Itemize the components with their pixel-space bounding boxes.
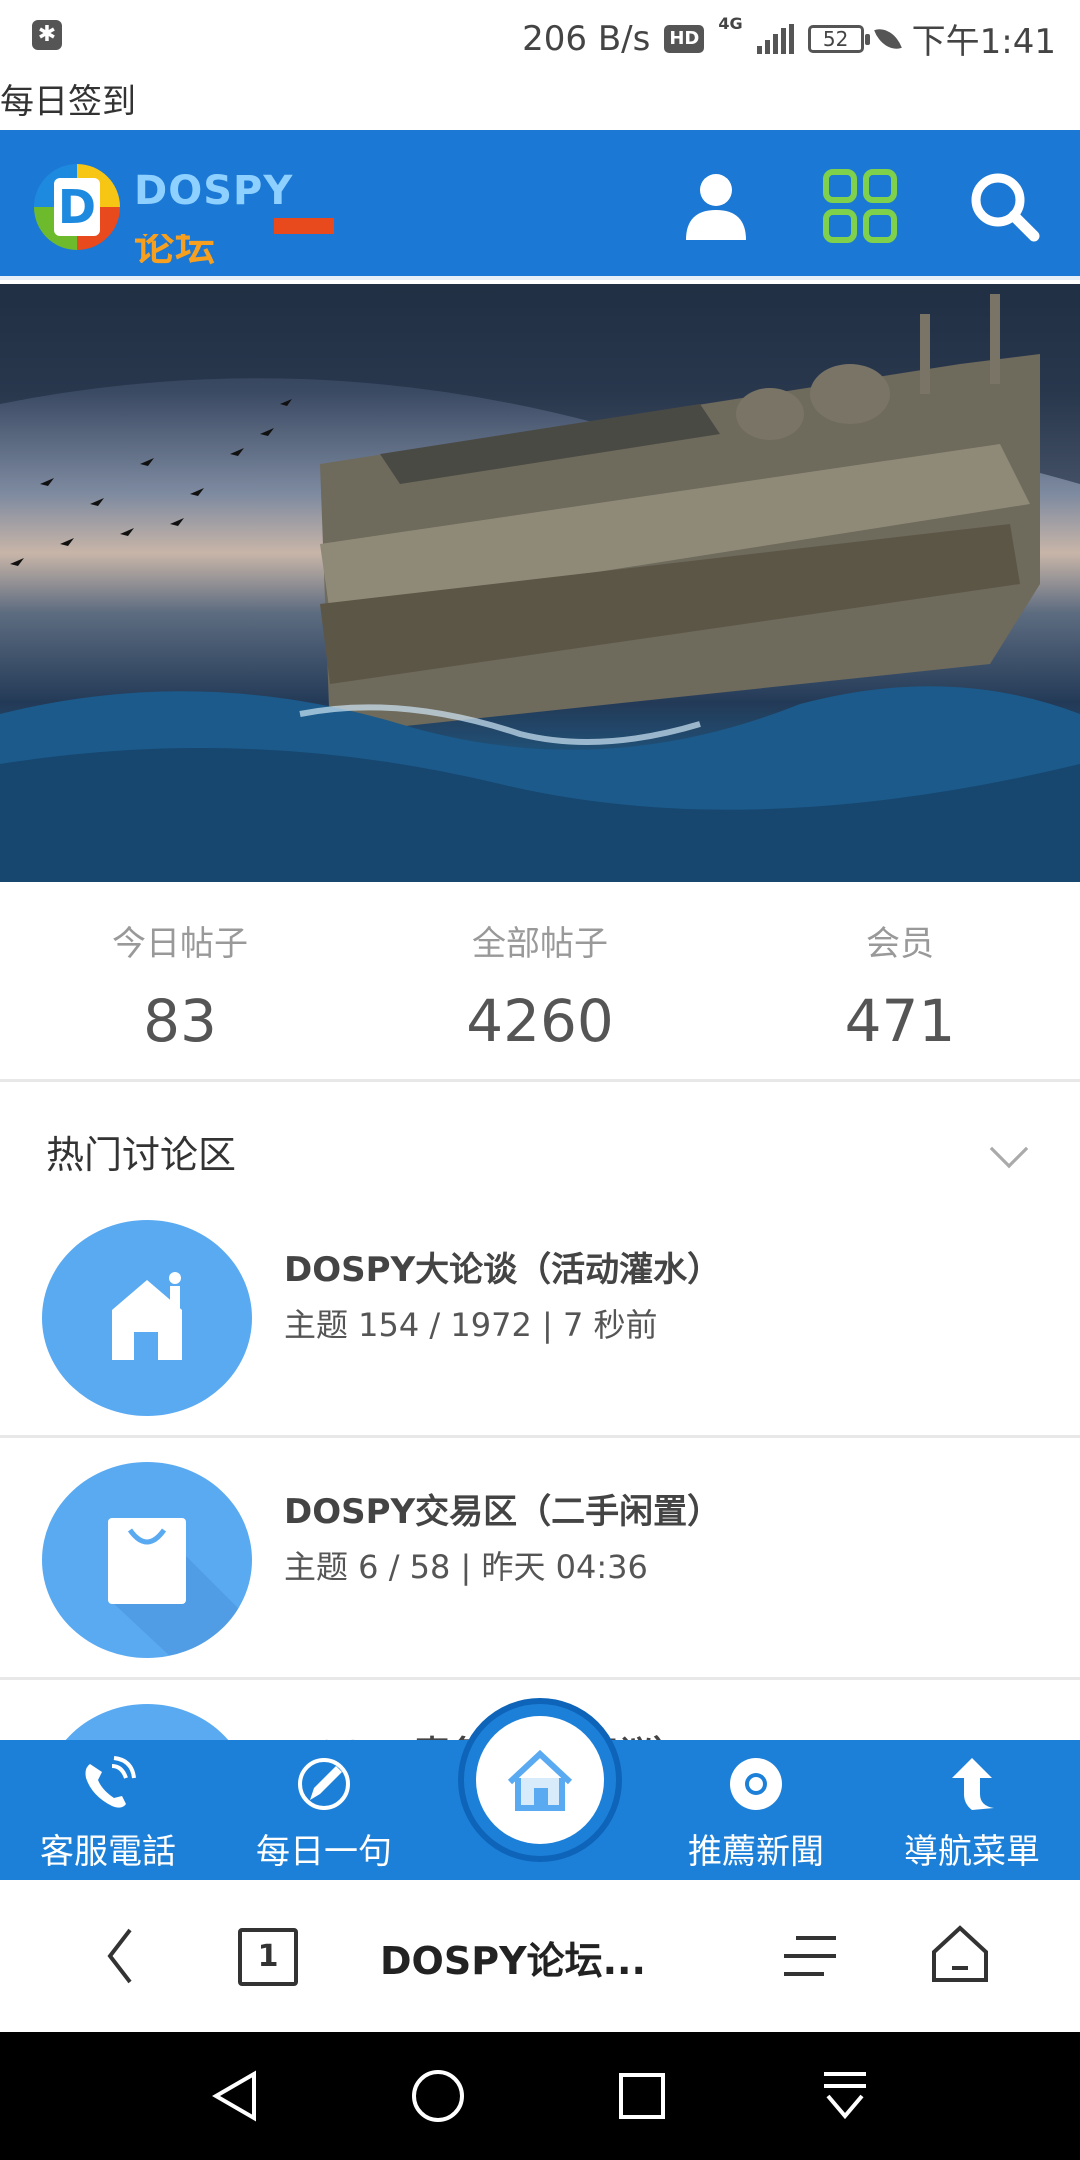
stat-value: 471 [844, 987, 956, 1055]
clock: 下午1:41 [911, 22, 1056, 62]
nav-label: 客服電話 [40, 1832, 176, 1872]
back-icon[interactable] [100, 1926, 140, 1986]
stat-label: 今日帖子 [112, 924, 248, 964]
forum-item[interactable]: DOSPY大论谈（活动灌水） 主题 154 / 1972 | 7 秒前 [0, 1196, 1080, 1438]
forum-meta: 主题 6 / 58 | 昨天 04:36 [284, 1548, 648, 1586]
recents-icon[interactable] [618, 2072, 666, 2120]
stat-label: 全部帖子 [472, 924, 608, 964]
phone-icon [85, 1756, 136, 1808]
nav-menu[interactable]: 導航菜單 [864, 1740, 1080, 1880]
notification-pull-icon[interactable] [820, 2070, 870, 2122]
nav-label: 推薦新聞 [688, 1832, 824, 1872]
battery-icon: 52 [807, 24, 870, 53]
chrome-icon [730, 1758, 782, 1810]
chevron-down-icon[interactable] [989, 1129, 1029, 1169]
status-bar: ✱ 206 B/s HD 4G 52 下午1:41 [0, 0, 1080, 70]
menu-icon[interactable] [780, 1932, 840, 1982]
hero-banner[interactable] [0, 284, 1080, 882]
section-title: 热门讨论区 [46, 1133, 237, 1177]
shopping-bag-icon [42, 1462, 252, 1658]
forum-stats: 今日帖子 83 全部帖子 4260 会员 471 [0, 882, 1080, 1082]
tabs-button[interactable]: 1 [238, 1928, 298, 1986]
leaf-icon [873, 22, 902, 55]
nav-daily-quote[interactable]: 每日一句 [216, 1740, 432, 1880]
top-bar: D DOSPY论坛 [0, 130, 1080, 280]
arrow-up-icon [952, 1758, 994, 1810]
forum-title: DOSPY交易区（二手闲置） [284, 1492, 722, 1532]
user-icon[interactable] [676, 166, 756, 246]
stat-members: 会员 471 [720, 882, 1080, 1079]
home-button[interactable] [458, 1698, 622, 1862]
ark-illustration [0, 284, 1080, 882]
stat-value: 4260 [466, 987, 614, 1055]
hot-section-header[interactable]: 热门讨论区 [0, 1090, 1080, 1210]
forum-item[interactable]: DOSPY交易区（二手闲置） 主题 6 / 58 | 昨天 04:36 [0, 1438, 1080, 1680]
stat-value: 83 [143, 987, 217, 1055]
signal-icon [756, 23, 794, 54]
home-icon [507, 1749, 573, 1811]
apps-grid-icon[interactable] [820, 166, 900, 246]
nav-label: 每日一句 [256, 1832, 392, 1872]
nav-recommended-news[interactable]: 推薦新聞 [648, 1740, 864, 1880]
home-icon [42, 1220, 252, 1416]
system-nav-bar [0, 2032, 1080, 2160]
hd-icon: HD [664, 24, 705, 53]
nav-customer-phone[interactable]: 客服電話 [0, 1740, 216, 1880]
network-type: 4G [718, 14, 743, 33]
browser-page-title[interactable]: DOSPY论坛... [380, 1930, 680, 1985]
notification-icon: ✱ [32, 20, 62, 50]
home-icon[interactable] [930, 1924, 990, 1984]
back-triangle-icon[interactable] [210, 2070, 260, 2122]
stat-all-posts: 全部帖子 4260 [360, 882, 720, 1079]
home-circle-icon[interactable] [410, 2068, 466, 2124]
logo-tagline [134, 218, 334, 234]
search-icon[interactable] [964, 166, 1044, 246]
stat-today-posts: 今日帖子 83 [0, 882, 360, 1079]
forum-meta: 主题 154 / 1972 | 7 秒前 [284, 1306, 658, 1344]
pen-icon [298, 1758, 350, 1810]
stat-label: 会员 [866, 924, 934, 964]
forum-title: DOSPY大论谈（活动灌水） [284, 1250, 722, 1290]
logo-mark: D [34, 164, 120, 250]
page-title: 每日签到 [0, 82, 136, 122]
browser-toolbar: 1 DOSPY论坛... [0, 1880, 1080, 2032]
home-button-face [476, 1716, 604, 1844]
network-speed: 206 B/s [522, 18, 651, 59]
site-logo[interactable]: D DOSPY论坛 [34, 164, 334, 270]
nav-label: 導航菜單 [904, 1832, 1040, 1872]
